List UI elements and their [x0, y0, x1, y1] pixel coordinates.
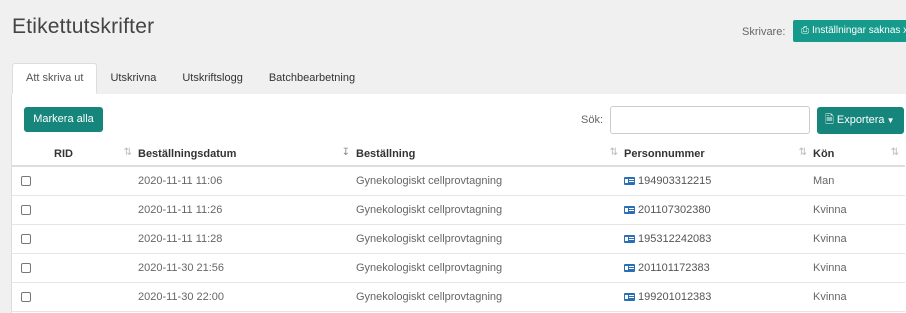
tab-att-skriva-ut[interactable]: Att skriva ut	[12, 63, 98, 94]
id-card-icon	[624, 234, 635, 243]
date-cell: 2020-11-30 21:56	[138, 253, 356, 283]
sort-icon: ⇅	[890, 147, 899, 158]
rid-cell	[54, 282, 138, 312]
personnummer-cell[interactable]: 201101172383	[624, 253, 813, 283]
column-header-rid[interactable]: RID ⇅	[54, 142, 138, 167]
row-checkbox[interactable]	[21, 233, 31, 244]
row-checkbox[interactable]	[21, 262, 31, 273]
order-cell: Gynekologiskt cellprovtagning	[356, 224, 624, 254]
order-cell: Gynekologiskt cellprovtagning	[356, 166, 624, 196]
select-cell	[12, 166, 54, 196]
tab-panel: Markera alla Sök: 🗎 Exportera ▼ RID ⇅ Bestä…	[11, 94, 906, 313]
table-header-row: RID ⇅ Beställningsdatum ↧ Beställning ⇅ Per…	[12, 142, 905, 167]
row-checkbox[interactable]	[21, 204, 31, 215]
tab-batchbearbetning[interactable]: Batchbearbetning	[256, 64, 368, 94]
date-cell: 2020-11-11 11:06	[138, 166, 356, 196]
personnummer-value: 199201012383	[638, 290, 712, 303]
gender-cell: Kvinna	[813, 253, 905, 283]
search-label: Sök:	[581, 114, 604, 126]
printer-settings-button[interactable]: ⎙ Inställningar saknas x	[793, 20, 906, 42]
sort-icon: ⇅	[609, 147, 618, 158]
caret-down-icon: ▼	[886, 116, 895, 125]
personnummer-value: 194903312215	[638, 174, 712, 187]
table-row[interactable]: 2020-11-11 11:06 Gynekologiskt cellprovt…	[12, 166, 905, 196]
order-cell: Gynekologiskt cellprovtagning	[356, 195, 624, 225]
table-row[interactable]: 2020-11-11 11:26 Gynekologiskt cellprovt…	[12, 195, 905, 225]
printer-label: Skrivare:	[742, 26, 786, 38]
page: Etikettutskrifter Skrivare: ⎙ Inställning…	[0, 0, 906, 313]
date-cell: 2020-11-30 22:00	[138, 282, 356, 312]
personnummer-value: 201107302380	[638, 203, 711, 216]
search-input[interactable]	[610, 106, 810, 134]
personnummer-value: 201101172383	[638, 261, 710, 274]
date-cell: 2020-11-11 11:26	[138, 195, 356, 225]
row-checkbox[interactable]	[21, 175, 31, 186]
select-cell	[12, 253, 54, 283]
select-cell	[12, 224, 54, 254]
labels-table: RID ⇅ Beställningsdatum ↧ Beställning ⇅ Per…	[12, 142, 905, 312]
select-cell	[12, 195, 54, 225]
row-checkbox[interactable]	[21, 291, 31, 302]
mark-all-button[interactable]: Markera alla	[24, 107, 103, 132]
personnummer-cell[interactable]: 194903312215	[624, 166, 813, 196]
column-header-personnummer[interactable]: Personnummer ⇅	[624, 142, 813, 167]
personnummer-cell[interactable]: 195312242083	[624, 224, 813, 254]
top-bar: Etikettutskrifter Skrivare: ⎙ Inställning…	[0, 0, 906, 50]
tab-bar: Att skriva ut Utskrivna Utskriftslogg Ba…	[12, 63, 368, 94]
id-card-icon	[624, 205, 635, 214]
tab-utskrivna[interactable]: Utskrivna	[97, 64, 169, 94]
column-header-label: RID	[54, 147, 73, 160]
column-header-label: Personnummer	[624, 147, 705, 160]
gender-cell: Kvinna	[813, 282, 905, 312]
rid-cell	[54, 195, 138, 225]
document-icon: 🗎	[825, 114, 834, 126]
gender-cell: Kvinna	[813, 224, 905, 254]
rid-cell	[54, 253, 138, 283]
column-header-label: Beställning	[356, 147, 416, 160]
table-row[interactable]: 2020-11-30 21:56 Gynekologiskt cellprovt…	[12, 253, 905, 283]
date-cell: 2020-11-11 11:28	[138, 224, 356, 254]
gender-cell: Kvinna	[813, 195, 905, 225]
sort-icon: ⇅	[798, 147, 807, 158]
select-cell	[12, 282, 54, 312]
sort-descending-icon: ↧	[341, 147, 350, 158]
personnummer-cell[interactable]: 201107302380	[624, 195, 813, 225]
printer-icon: ⎙	[801, 25, 809, 36]
gender-cell: Man	[813, 166, 905, 196]
export-label: Exportera	[836, 114, 885, 126]
order-cell: Gynekologiskt cellprovtagning	[356, 253, 624, 283]
column-header-bestallning[interactable]: Beställning ⇅	[356, 142, 624, 167]
id-card-icon	[624, 292, 635, 301]
column-header-label: Beställningsdatum	[138, 147, 237, 160]
table-row[interactable]: 2020-11-30 22:00 Gynekologiskt cellprovt…	[12, 282, 905, 312]
tab-utskriftslogg[interactable]: Utskriftslogg	[169, 64, 256, 94]
printer-settings-label: Inställningar saknas x	[812, 25, 906, 36]
order-cell: Gynekologiskt cellprovtagning	[356, 282, 624, 312]
personnummer-value: 195312242083	[638, 232, 712, 245]
id-card-icon	[624, 176, 635, 185]
rid-cell	[54, 166, 138, 196]
column-header-select	[12, 142, 54, 167]
id-card-icon	[624, 263, 635, 272]
table-row[interactable]: 2020-11-11 11:28 Gynekologiskt cellprovt…	[12, 224, 905, 254]
column-header-kon[interactable]: Kön ⇅	[813, 142, 905, 167]
column-header-label: Kön	[813, 147, 835, 160]
rid-cell	[54, 224, 138, 254]
sort-icon: ⇅	[123, 147, 132, 158]
page-title: Etikettutskrifter	[12, 15, 155, 38]
column-header-bestallningsdatum[interactable]: Beställningsdatum ↧	[138, 142, 356, 167]
export-button[interactable]: 🗎 Exportera ▼	[817, 107, 904, 134]
personnummer-cell[interactable]: 199201012383	[624, 282, 813, 312]
